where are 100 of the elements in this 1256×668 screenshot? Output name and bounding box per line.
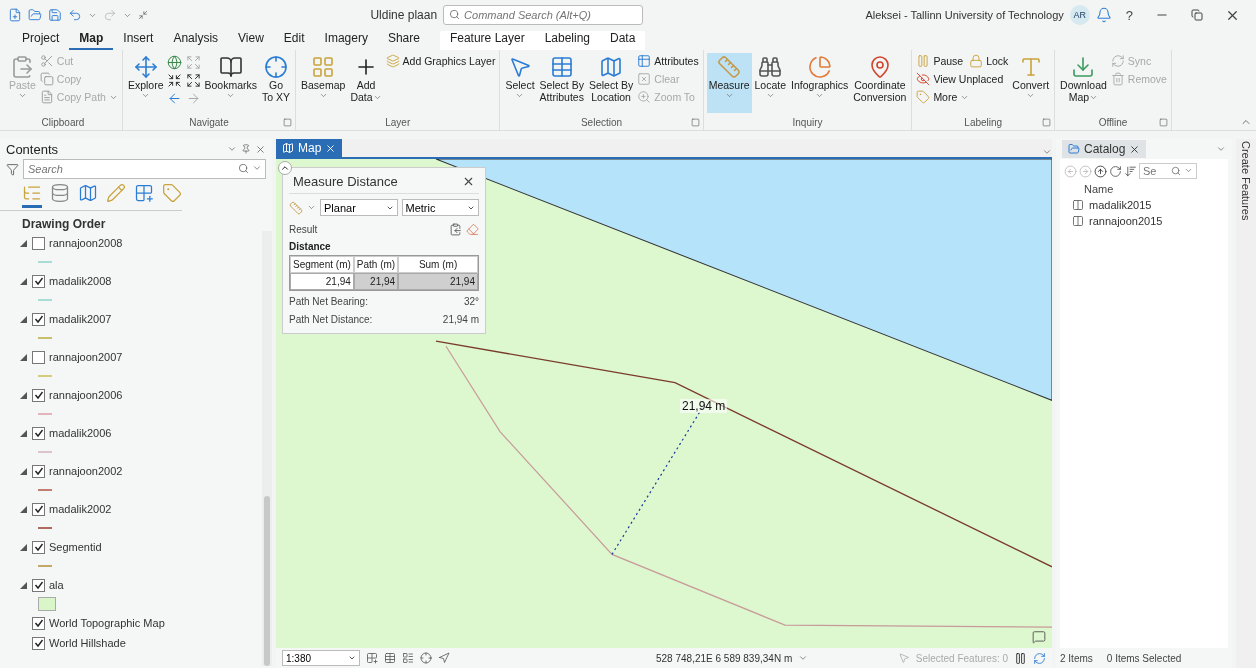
ruler-icon[interactable]	[289, 200, 303, 215]
ribbon-button[interactable]: Attributes	[636, 53, 700, 69]
comment-icon[interactable]	[1032, 630, 1046, 644]
ribbon-button[interactable]: Select	[503, 53, 537, 113]
ribbon-tab[interactable]: Analysis	[163, 31, 229, 50]
close-icon[interactable]	[255, 143, 266, 155]
layer-checkbox[interactable]	[32, 464, 45, 478]
catalog-tab[interactable]: Catalog	[1062, 140, 1147, 158]
ribbon-button[interactable]: Select By Location	[586, 53, 636, 113]
caret-icon[interactable]	[1216, 144, 1226, 154]
expand-triangle-icon[interactable]	[20, 353, 27, 361]
expand-triangle-icon[interactable]	[20, 505, 27, 513]
collapse-button[interactable]	[278, 161, 292, 175]
ribbon-button[interactable]: Locate	[752, 53, 789, 113]
ribbon-button[interactable]: Measure	[706, 53, 752, 113]
undo-icon[interactable]	[68, 8, 82, 22]
close-button[interactable]	[462, 175, 475, 188]
expand-triangle-icon[interactable]	[20, 429, 27, 437]
layer-checkbox[interactable]	[32, 388, 45, 402]
layer-checkbox[interactable]	[32, 578, 45, 592]
sort-icon[interactable]	[1124, 164, 1137, 178]
north-arrow-icon[interactable]	[438, 652, 450, 664]
layer-checkbox[interactable]	[32, 274, 45, 288]
ribbon-button[interactable]: Lock	[968, 53, 1010, 69]
ribbon-tab[interactable]: Edit	[273, 31, 315, 50]
search-icon[interactable]	[238, 163, 249, 174]
layer-checkbox[interactable]	[32, 236, 45, 250]
expand-icon[interactable]	[185, 73, 201, 88]
layer-checkbox[interactable]	[32, 350, 45, 364]
ribbon-button[interactable]: Go To XY	[260, 53, 293, 113]
eraser-icon[interactable]	[466, 223, 479, 236]
mode-dropdown[interactable]: Planar	[320, 199, 398, 216]
list-icon[interactable]	[402, 652, 414, 664]
expand-triangle-icon[interactable]	[20, 543, 27, 551]
caret-icon[interactable]	[798, 653, 809, 663]
ribbon-tab[interactable]: Map	[69, 31, 114, 50]
new-project-icon[interactable]	[8, 8, 22, 22]
ribbon-tab[interactable]: Share	[377, 31, 430, 50]
caret-icon[interactable]	[307, 203, 316, 212]
ribbon-button[interactable]: Convert	[1010, 53, 1052, 113]
ribbon-button[interactable]: Explore	[125, 53, 166, 113]
ribbon-button[interactable]: Select By Attributes	[537, 53, 586, 113]
caret-icon[interactable]	[252, 163, 262, 173]
ribbon-tab[interactable]: View	[228, 31, 274, 50]
copy-icon[interactable]	[449, 223, 462, 236]
user-avatar[interactable]: AR	[1069, 5, 1090, 25]
ribbon-button[interactable]: Basemap	[299, 53, 348, 113]
map-tab[interactable]: Map	[276, 139, 343, 157]
launcher-icon[interactable]	[690, 118, 700, 127]
folder-icon[interactable]	[28, 8, 42, 22]
ribbon-button[interactable]: Infographics	[789, 53, 851, 113]
crosshair-icon[interactable]	[420, 652, 432, 664]
expand-triangle-icon[interactable]	[20, 467, 27, 475]
search-field[interactable]: Search	[23, 159, 266, 179]
expand-triangle-icon[interactable]	[20, 239, 27, 247]
caret-icon[interactable]	[1184, 166, 1193, 175]
save-icon[interactable]	[48, 8, 62, 22]
launcher-icon[interactable]	[283, 118, 293, 127]
layer-checkbox[interactable]	[32, 426, 45, 440]
launcher-icon[interactable]	[1042, 118, 1052, 127]
layer-checkbox[interactable]	[32, 540, 45, 554]
filter-icon[interactable]	[6, 162, 19, 176]
caret-icon[interactable]	[227, 144, 237, 154]
pause-icon[interactable]	[1014, 651, 1027, 665]
caret-icon[interactable]	[1042, 147, 1052, 157]
ribbon-button[interactable]: Coordinate Conversion	[851, 53, 909, 113]
expand-triangle-icon[interactable]	[20, 391, 27, 399]
back-icon[interactable]	[166, 91, 182, 106]
search-field[interactable]: Se	[1139, 163, 1197, 179]
ribbon-button[interactable]: View Unplaced	[915, 71, 1005, 87]
ribbon-button[interactable]: Pause	[915, 53, 965, 69]
help-button[interactable]: ?	[1117, 1, 1141, 29]
scrollbar[interactable]	[262, 231, 272, 666]
ribbon-tab[interactable]: Project	[12, 31, 70, 50]
ribbon-tab[interactable]: Labeling	[534, 31, 601, 50]
ribbon-button[interactable]: Add Data	[348, 53, 384, 113]
refresh-icon[interactable]	[1033, 651, 1046, 665]
catalog-item[interactable]: rannajoon2015	[1089, 215, 1163, 227]
notification-icon[interactable]	[1095, 7, 1112, 23]
ribbon-tab[interactable]: Feature Layer	[439, 31, 535, 50]
layer-checkbox[interactable]	[32, 636, 45, 650]
layer-checkbox[interactable]	[32, 616, 45, 630]
ribbon-button[interactable]: Bookmarks	[202, 53, 259, 113]
refresh-icon[interactable]	[1109, 164, 1122, 178]
launcher-icon[interactable]	[1158, 118, 1168, 127]
search-icon[interactable]	[1171, 166, 1181, 176]
command-search-field[interactable]: Command Search (Alt+Q)	[443, 5, 644, 25]
globe-icon[interactable]	[166, 55, 182, 70]
catalog-item[interactable]: madalik2015	[1089, 199, 1152, 211]
expand-triangle-icon[interactable]	[20, 315, 27, 323]
ribbon-tab[interactable]: Insert	[113, 31, 164, 50]
layer-checkbox[interactable]	[32, 502, 45, 516]
shrink-icon[interactable]	[166, 73, 182, 88]
customize-icon[interactable]	[138, 10, 148, 20]
expand-triangle-icon[interactable]	[20, 277, 27, 285]
ribbon-tab[interactable]: Data	[600, 31, 646, 50]
expand-triangle-icon[interactable]	[20, 581, 27, 589]
scale-dropdown[interactable]: 1:380	[282, 650, 360, 666]
layer-checkbox[interactable]	[32, 312, 45, 326]
pin-icon[interactable]	[241, 144, 251, 154]
